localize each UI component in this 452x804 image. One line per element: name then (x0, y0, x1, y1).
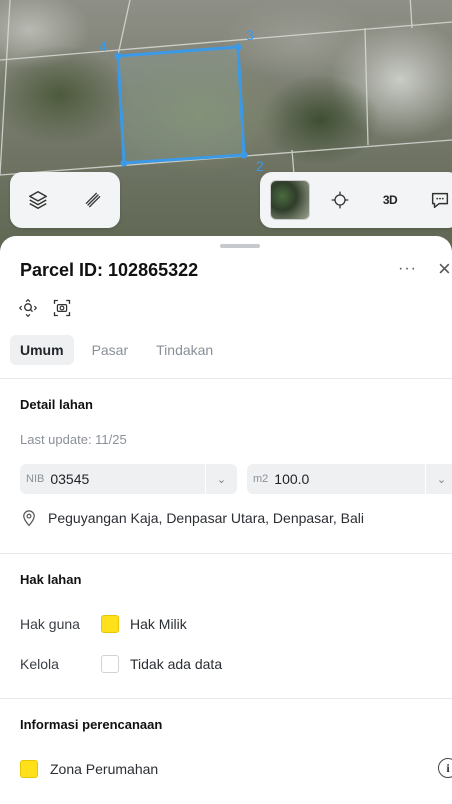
basemap-thumbnail[interactable] (270, 180, 310, 220)
nib-value: 03545 (50, 471, 90, 487)
sheet-tabs: Umum Pasar Tindakan (10, 335, 223, 365)
area-prefix: m2 (253, 473, 269, 485)
rights-label-hak-guna: Hak guna (20, 616, 80, 632)
page-title: Parcel ID: 102865322 (20, 260, 199, 280)
last-update-text: Last update: 11/25 (20, 432, 127, 447)
screenshot-button[interactable] (52, 298, 72, 323)
map-tools-right: 3D (260, 172, 452, 228)
area-field[interactable]: m2 100.0 ⌄ (247, 464, 452, 494)
vertex-label-2: 2 (256, 158, 264, 174)
vertex-label-3: 3 (246, 27, 254, 43)
sheet-drag-handle[interactable] (220, 244, 260, 248)
info-icon[interactable]: i (438, 758, 452, 778)
legend-swatch-zona-perumahan (20, 760, 38, 778)
chevron-down-icon[interactable]: ⌄ (205, 464, 237, 494)
tab-tindakan[interactable]: Tindakan (146, 335, 223, 365)
zoom-to-parcel-button[interactable] (18, 298, 38, 323)
locate-button[interactable] (320, 180, 360, 220)
zoom-to-parcel-icon (19, 299, 37, 317)
crosshair-icon (331, 191, 349, 209)
measure-icon (85, 192, 100, 208)
divider (0, 378, 452, 379)
close-button[interactable]: × (438, 256, 451, 282)
nib-prefix: NIB (26, 473, 45, 485)
chevron-down-icon[interactable]: ⌄ (425, 464, 452, 494)
nib-field[interactable]: NIB 03545 ⌄ (20, 464, 237, 494)
layers-button[interactable] (18, 180, 58, 220)
divider (0, 698, 452, 699)
tab-umum[interactable]: Umum (10, 335, 74, 365)
section-title-land-detail: Detail lahan (20, 397, 93, 412)
address-text: Peguyangan Kaja, Denpasar Utara, Denpasa… (48, 510, 364, 526)
more-options-button[interactable]: ··· (398, 260, 417, 278)
mode-3d-label: 3D (382, 193, 398, 207)
tab-pasar[interactable]: Pasar (82, 335, 139, 365)
vertex-label-4: 4 (99, 38, 107, 54)
measure-button[interactable] (73, 180, 113, 220)
rights-value-kelola: Tidak ada data (130, 656, 223, 672)
zone-value: Zona Perumahan (50, 761, 159, 777)
selected-parcel[interactable] (116, 45, 246, 165)
legend-swatch-empty (101, 655, 119, 673)
address-row: Peguyangan Kaja, Denpasar Utara, Denpasa… (20, 509, 364, 527)
parcel-tools (18, 298, 72, 323)
section-title-planning: Informasi perencanaan (20, 717, 163, 732)
rights-value-hak-guna: Hak Milik (130, 616, 187, 632)
map-tools-left (10, 172, 120, 228)
feedback-button[interactable] (420, 180, 452, 220)
location-pin-icon (23, 510, 35, 527)
divider (0, 553, 452, 554)
feedback-icon (431, 192, 449, 209)
rights-label-kelola: Kelola (20, 656, 59, 672)
camera-icon (53, 299, 71, 317)
layers-icon (28, 191, 47, 209)
parcel-detail-sheet: Parcel ID: 102865322 ··· × Umum Pasar Ti… (0, 236, 452, 804)
legend-swatch-hak-milik (101, 615, 119, 633)
mode-3d-button[interactable]: 3D (370, 180, 410, 220)
area-value: 100.0 (274, 471, 310, 487)
section-title-land-rights: Hak lahan (20, 572, 82, 587)
